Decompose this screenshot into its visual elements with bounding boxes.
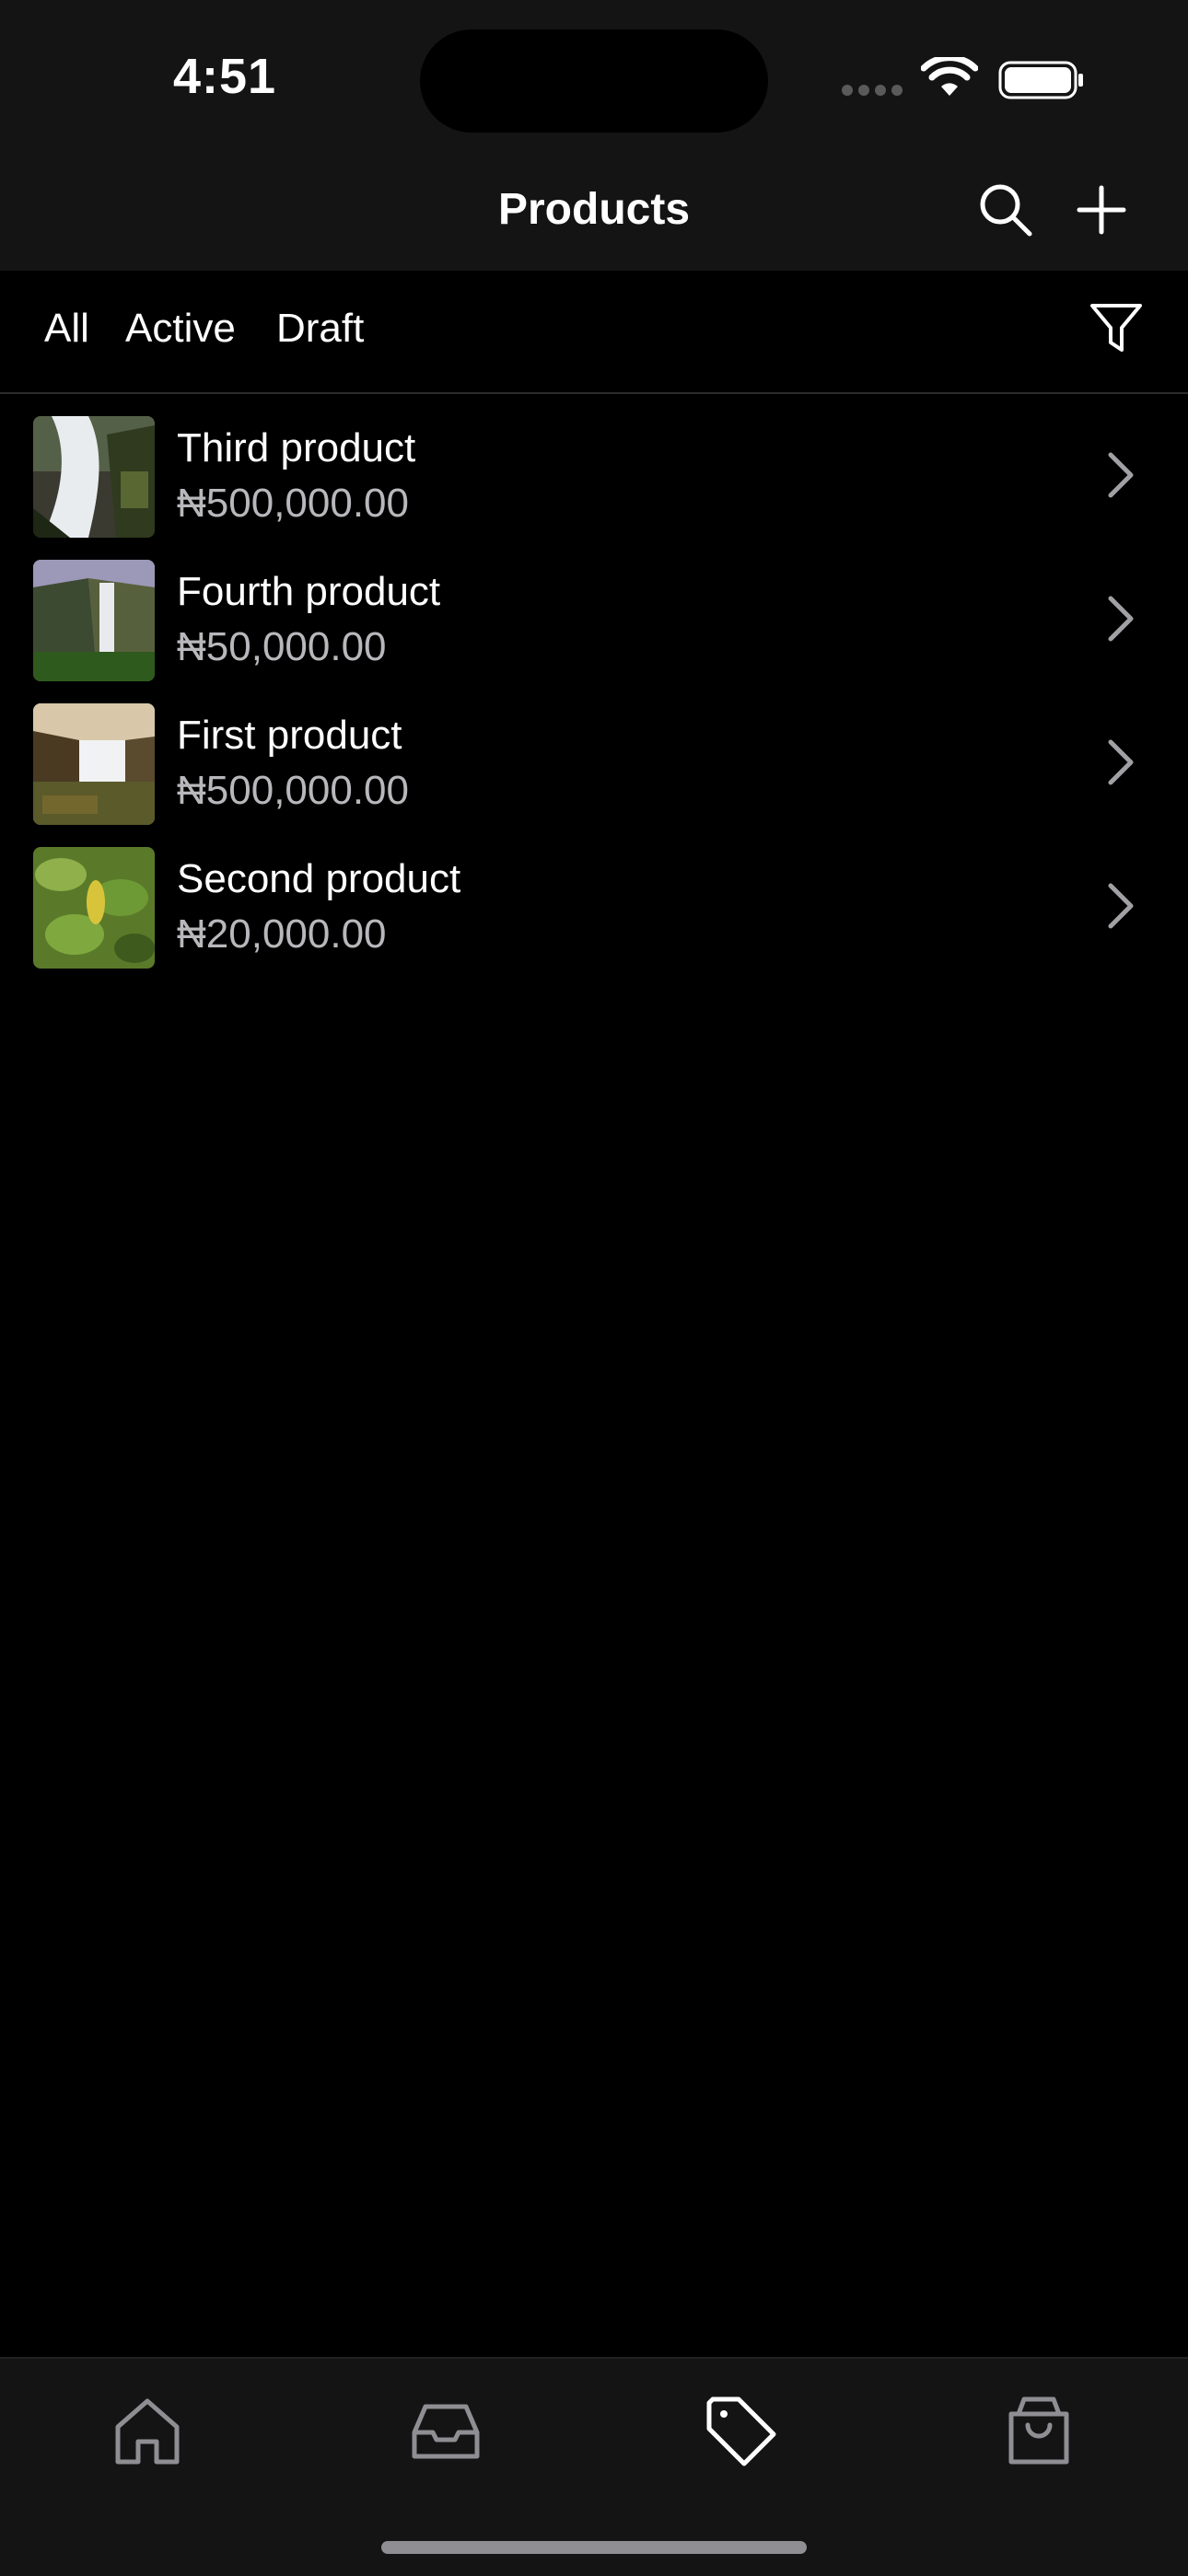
status-time: 4:51: [173, 49, 277, 104]
home-indicator[interactable]: [381, 2541, 807, 2554]
tab-orders[interactable]: [1000, 2392, 1077, 2469]
tag-icon: [706, 2396, 776, 2466]
chevron-right-icon: [1108, 883, 1134, 929]
product-row[interactable]: Fourth product ₦50,000.00: [0, 538, 1188, 681]
filter-bar: All Active Draft: [0, 271, 1188, 394]
filter-tab-all[interactable]: All: [44, 306, 89, 352]
tab-products[interactable]: [702, 2392, 779, 2469]
chevron-right-icon: [1108, 596, 1134, 642]
tab-inbox[interactable]: [407, 2392, 484, 2469]
product-row[interactable]: Third product ₦500,000.00: [0, 394, 1188, 538]
wifi-icon: [921, 57, 978, 96]
search-button[interactable]: [974, 179, 1037, 241]
filter-button[interactable]: [1087, 298, 1146, 357]
home-icon: [115, 2398, 180, 2465]
cellular-signal-icon: [842, 85, 906, 96]
product-row[interactable]: Second product ₦20,000.00: [0, 825, 1188, 969]
tab-home[interactable]: [109, 2392, 186, 2469]
filter-tab-active[interactable]: Active: [125, 306, 236, 352]
product-price: ₦50,000.00: [177, 624, 387, 669]
product-list: Third product ₦500,000.00 Fourth product…: [0, 394, 1188, 969]
product-price: ₦500,000.00: [177, 768, 409, 813]
product-name: Fourth product: [177, 569, 441, 614]
product-name: Third product: [177, 425, 416, 470]
product-thumbnail: [33, 703, 155, 825]
dynamic-island: [420, 29, 768, 133]
chevron-right-icon: [1108, 452, 1134, 498]
chevron-right-icon: [1108, 739, 1134, 785]
navigation-bar: Products: [0, 151, 1188, 271]
product-price: ₦500,000.00: [177, 481, 409, 526]
product-row[interactable]: First product ₦500,000.00: [0, 681, 1188, 825]
product-thumbnail: [33, 847, 155, 969]
battery-icon: [998, 61, 1083, 99]
product-price: ₦20,000.00: [177, 911, 387, 957]
product-name: First product: [177, 713, 402, 758]
add-product-button[interactable]: [1070, 179, 1133, 241]
filter-icon: [1090, 304, 1142, 352]
filter-tab-draft[interactable]: Draft: [276, 306, 364, 352]
product-name: Second product: [177, 856, 461, 901]
status-bar: 4:51: [0, 0, 1188, 151]
product-thumbnail: [33, 416, 155, 538]
product-thumbnail: [33, 560, 155, 681]
